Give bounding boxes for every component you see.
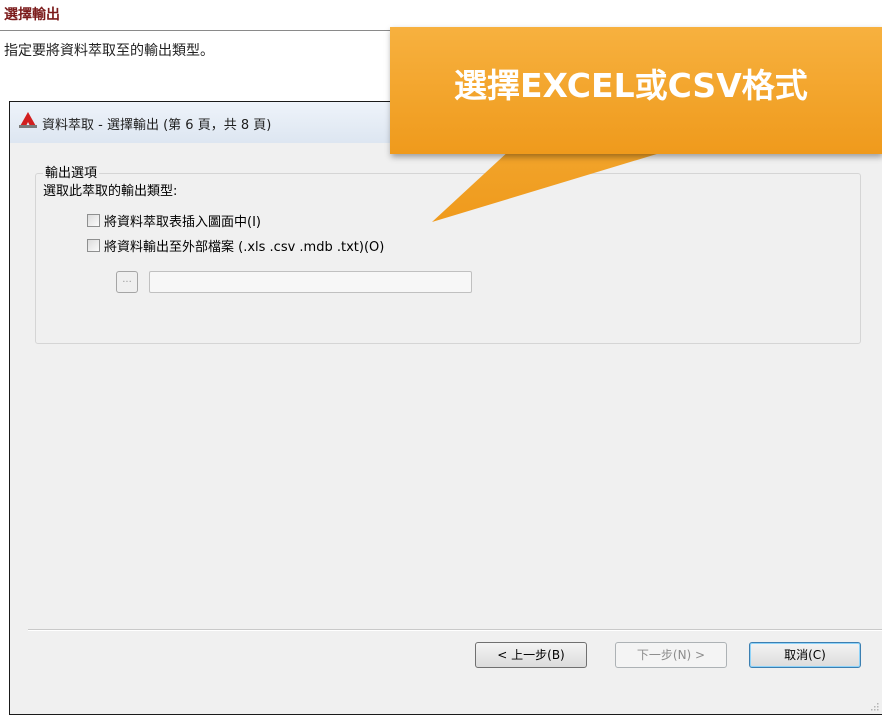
- export-file-option[interactable]: 將資料輸出至外部檔案 (.xls .csv .mdb .txt)(O): [87, 236, 384, 255]
- section-title: 選擇輸出: [4, 7, 60, 23]
- callout-pointer: [432, 150, 670, 222]
- dialog-title: 資料萃取 - 選擇輸出 (第 6 頁，共 8 頁): [42, 118, 272, 133]
- autocad-app-icon: [19, 112, 37, 128]
- resize-grip-icon[interactable]: [869, 701, 879, 711]
- output-path-input[interactable]: [149, 271, 472, 293]
- export-file-label[interactable]: 將資料輸出至外部檔案 (.xls .csv .mdb .txt)(O): [104, 236, 384, 255]
- insert-table-label[interactable]: 將資料萃取表插入圖面中(I): [104, 211, 261, 230]
- cancel-button[interactable]: 取消(C): [749, 642, 861, 668]
- section-description: 指定要將資料萃取至的輸出類型。: [4, 43, 214, 59]
- insert-table-checkbox[interactable]: [87, 214, 100, 227]
- export-file-checkbox[interactable]: [87, 239, 100, 252]
- insert-table-option[interactable]: 將資料萃取表插入圖面中(I): [87, 211, 261, 230]
- back-button[interactable]: < 上一步(B): [475, 642, 587, 668]
- output-type-instruction: 選取此萃取的輸出類型:: [43, 184, 178, 199]
- output-options-legend: 輸出選項: [43, 162, 100, 181]
- annotation-callout: 選擇EXCEL或CSV格式: [390, 27, 882, 154]
- footer-divider: [28, 629, 882, 630]
- next-button[interactable]: 下一步(N) >: [615, 642, 727, 668]
- browse-button[interactable]: ...: [116, 271, 138, 293]
- callout-text: 選擇EXCEL或CSV格式: [454, 66, 808, 105]
